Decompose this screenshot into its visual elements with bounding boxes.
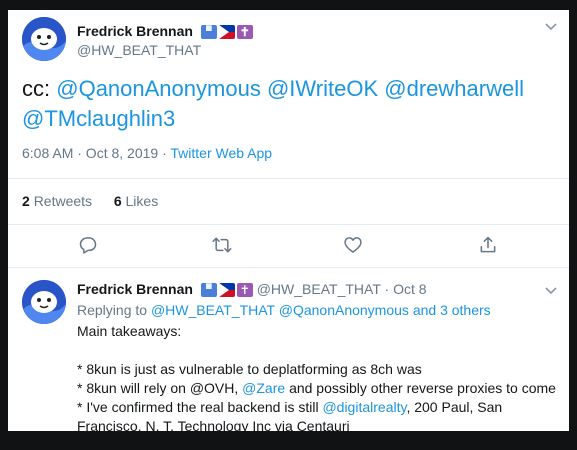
reply-line: * 8kun will rely on @OVH, @Zare and poss… (77, 380, 556, 396)
reply-line: Main takeaways: (77, 323, 182, 339)
tweet-text: cc: @QanonAnonymous @IWriteOK @drewharwe… (22, 74, 552, 134)
author-handle[interactable]: @HW_BEAT_THAT (257, 281, 381, 297)
main-tweet: Fredrick Brennan ▦ ✝ @HW_BEAT_THAT cc: @… (8, 10, 569, 268)
cross-icon: ✝ (236, 25, 253, 40)
chevron-down-icon[interactable] (545, 284, 557, 298)
mention-link[interactable]: @IWriteOK (267, 76, 378, 101)
replying-to: Replying to @HW_BEAT_THAT @QanonAnonymou… (77, 302, 491, 318)
mention-link[interactable]: @QanonAnonymous (279, 302, 409, 318)
share-icon[interactable] (478, 235, 502, 259)
replying-label: Replying to (77, 302, 148, 318)
others-link[interactable]: 3 others (440, 302, 491, 318)
timestamp[interactable]: · Oct 8 (385, 281, 427, 297)
mention-link[interactable]: @HW_BEAT_THAT (151, 302, 275, 318)
mention-link[interactable]: @drewharwell (384, 76, 524, 101)
source-app-link[interactable]: Twitter Web App (170, 145, 272, 161)
mention-link[interactable]: @Zare (242, 380, 285, 396)
tweet-meta: 6:08 AM · Oct 8, 2019 · Twitter Web App (22, 145, 272, 161)
flag-icon: ▦ (200, 25, 217, 40)
chevron-down-icon[interactable] (545, 20, 557, 34)
retweets-stat[interactable]: 2 Retweets (22, 193, 92, 209)
flag-icon: ▦ (200, 283, 217, 298)
replying-and[interactable]: and (413, 302, 436, 318)
flag-emojis: ▦ ✝ (200, 283, 253, 298)
flag-emojis: ▦ ✝ (200, 25, 253, 40)
mention-link[interactable]: @QanonAnonymous (56, 76, 261, 101)
philippines-flag-icon (218, 25, 235, 40)
divider (8, 224, 569, 225)
author-name[interactable]: Fredrick Brennan (77, 281, 193, 297)
author-name[interactable]: Fredrick Brennan ▦ ✝ (77, 23, 253, 40)
divider (8, 178, 569, 179)
like-icon[interactable] (343, 235, 367, 259)
timestamp[interactable]: 6:08 AM · Oct 8, 2019 · (22, 145, 167, 161)
tweet-prefix: cc: (22, 76, 51, 101)
reply-header: Fredrick Brennan ▦ ✝ @HW_BEAT_THAT · Oct… (77, 281, 427, 298)
tweet-card: Fredrick Brennan ▦ ✝ @HW_BEAT_THAT cc: @… (8, 10, 569, 431)
reply-icon[interactable] (78, 235, 102, 259)
philippines-flag-icon (218, 283, 235, 298)
retweet-icon[interactable] (212, 235, 236, 259)
reply-line: * 8kun is just as vulnerable to deplatfo… (77, 361, 422, 377)
author-name-text[interactable]: Fredrick Brennan (77, 23, 193, 39)
reply-text: Main takeaways: * 8kun is just as vulner… (77, 322, 562, 431)
likes-stat[interactable]: 6 Likes (114, 193, 158, 209)
avatar[interactable] (22, 280, 66, 324)
author-handle[interactable]: @HW_BEAT_THAT (77, 42, 201, 58)
engagement-stats: 2 Retweets 6 Likes (22, 193, 158, 209)
cross-icon: ✝ (236, 283, 253, 298)
mention-link[interactable]: @digitalrealty (322, 399, 406, 415)
avatar[interactable] (22, 17, 66, 61)
reply-line: * I've confirmed the real backend is sti… (77, 399, 503, 431)
mention-link[interactable]: @TMclaughlin3 (22, 106, 175, 131)
